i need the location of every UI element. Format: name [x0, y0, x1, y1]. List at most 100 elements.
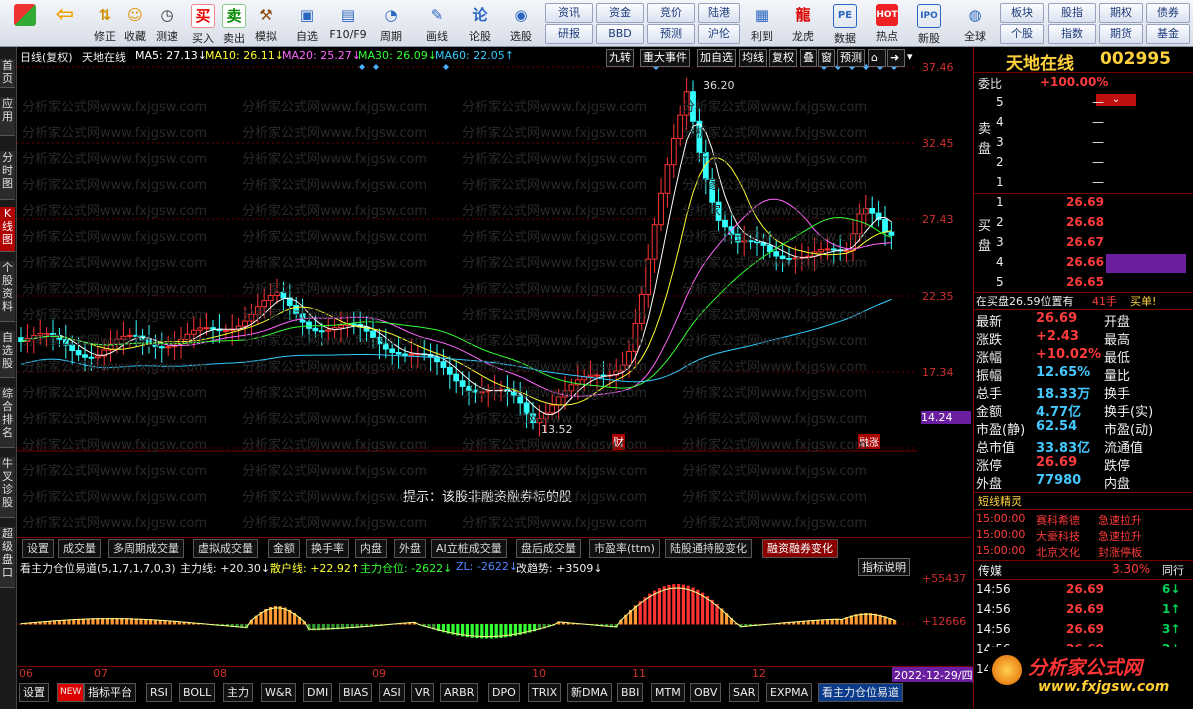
- btn-overlay[interactable]: 叠: [800, 49, 817, 67]
- btm-tab-bbi[interactable]: BBI: [617, 683, 644, 702]
- quick-stocks[interactable]: 个股: [1000, 24, 1044, 44]
- btm-tab-boll[interactable]: BOLL: [179, 683, 216, 702]
- quick-forecast[interactable]: 预测: [647, 24, 695, 44]
- lock-icon[interactable]: ⌂: [868, 49, 886, 67]
- btn-forecast[interactable]: 预测: [837, 49, 865, 67]
- btm-tab-trix[interactable]: TRIX: [528, 683, 562, 702]
- quick-index-futures[interactable]: 股指: [1048, 3, 1096, 23]
- quick-research[interactable]: 研报: [545, 24, 593, 44]
- ind-tab-amount[interactable]: 金额: [268, 539, 300, 558]
- btm-tab-bias[interactable]: BIAS: [339, 683, 373, 702]
- btm-tab-arbr[interactable]: ARBR: [440, 683, 479, 702]
- quick-sector[interactable]: 板块: [1000, 3, 1044, 23]
- tab-diagnosis[interactable]: 牛叉诊股: [0, 457, 15, 518]
- btm-tab-dpo[interactable]: DPO: [488, 683, 520, 702]
- sprite-time-0[interactable]: 15:00:00: [976, 512, 1025, 525]
- btn-major-events[interactable]: 重大事件: [640, 49, 690, 67]
- quick-options[interactable]: 期权: [1099, 3, 1143, 23]
- btm-tab-vr[interactable]: VR: [411, 683, 435, 702]
- cycle-button[interactable]: ◔ 周期: [374, 2, 408, 44]
- tab-ranking[interactable]: 综合排名: [0, 387, 15, 448]
- sector-name[interactable]: 传媒: [978, 562, 1002, 579]
- draw-button[interactable]: ✎ 画线: [420, 2, 454, 44]
- btm-tab-wr[interactable]: W&R: [261, 683, 297, 702]
- ind-tab-hk-holding[interactable]: 陆股通持股变化: [665, 539, 752, 558]
- ind-tab-margin[interactable]: 融资融券变化: [762, 539, 838, 558]
- quick-funds[interactable]: 资金: [596, 3, 644, 23]
- btm-tab-newdma[interactable]: 新DMA: [567, 683, 612, 702]
- dragon-tiger-button[interactable]: 龍 龙虎: [786, 2, 820, 44]
- stock-eval-button[interactable]: 论 论股: [463, 2, 497, 44]
- quick-indexes[interactable]: 指数: [1048, 24, 1096, 44]
- btn-jiuzhuan[interactable]: 九转: [606, 49, 634, 67]
- btm-tab-settings[interactable]: 设置: [19, 683, 49, 702]
- sprite-name-1[interactable]: 大豪科技: [1036, 528, 1080, 544]
- data-button[interactable]: PE 数据: [828, 2, 862, 45]
- home-button[interactable]: [8, 2, 42, 44]
- indicator-svg[interactable]: [17, 574, 917, 666]
- buy-button[interactable]: 买 买入: [188, 2, 218, 45]
- btm-tab-rsi[interactable]: RSI: [146, 683, 172, 702]
- tab-watchlist[interactable]: 自选股: [0, 331, 15, 378]
- quick-hk[interactable]: 陆港: [698, 3, 740, 23]
- self-select-button[interactable]: ▣ 自选: [290, 2, 324, 44]
- btm-tab-platform[interactable]: 指标平台: [84, 683, 136, 702]
- tab-kline[interactable]: K线图: [0, 207, 15, 252]
- tab-stock-info[interactable]: 个股资料: [0, 261, 15, 322]
- quick-london[interactable]: 沪伦: [698, 24, 740, 44]
- btm-tab-sar[interactable]: SAR: [729, 683, 760, 702]
- btm-tab-expma[interactable]: EXPMA: [766, 683, 813, 702]
- quick-futures[interactable]: 期货: [1099, 24, 1143, 44]
- btm-tab-asi[interactable]: ASI: [379, 683, 405, 702]
- ind-tab-inner[interactable]: 内盘: [355, 539, 387, 558]
- btn-add-watch[interactable]: 加自选: [697, 49, 736, 67]
- margin-marker[interactable]: 融涨: [858, 434, 880, 449]
- btn-window[interactable]: 窗: [818, 49, 835, 67]
- quick-bonds[interactable]: 债券: [1146, 3, 1190, 23]
- tab-timeshare[interactable]: 分时图: [0, 151, 15, 200]
- hot-button[interactable]: HOT 热点: [870, 2, 904, 44]
- simulate-button[interactable]: ⚒ 模拟: [251, 2, 281, 44]
- kline-chart-area[interactable]: [17, 47, 917, 537]
- ind-tab-multi-volume[interactable]: 多周期成交量: [108, 539, 184, 558]
- btm-tab-dmi[interactable]: DMI: [303, 683, 333, 702]
- speedtest-button[interactable]: ◷ 测速: [150, 2, 184, 44]
- chevron-down-icon[interactable]: ▾: [905, 49, 919, 65]
- ind-tab-outer[interactable]: 外盘: [394, 539, 426, 558]
- tab-apps[interactable]: 应用: [0, 97, 15, 136]
- btn-ma[interactable]: 均线: [739, 49, 767, 67]
- ind-tab-settings[interactable]: 设置: [22, 539, 54, 558]
- sector-peers-tab[interactable]: 同行: [1162, 562, 1184, 578]
- sprite-name-0[interactable]: 赛科希德: [1036, 512, 1080, 528]
- newstock-button[interactable]: IPO 新股: [912, 2, 946, 45]
- sprite-event-1[interactable]: 急速拉升: [1098, 528, 1142, 544]
- sprite-time-1[interactable]: 15:00:00: [976, 528, 1025, 541]
- ind-tab-ai-volume[interactable]: AI立桩成交量: [431, 539, 507, 558]
- ind-tab-pe-ttm[interactable]: 市盈率(ttm): [589, 539, 660, 558]
- ind-tab-after-volume[interactable]: 盘后成交量: [516, 539, 581, 558]
- finance-marker[interactable]: 财: [612, 434, 625, 450]
- quick-bbd[interactable]: BBD: [596, 24, 644, 44]
- global-button[interactable]: ◍ 全球: [955, 2, 995, 44]
- btm-tab-main[interactable]: 主力: [223, 683, 253, 702]
- btn-adjust[interactable]: 复权: [769, 49, 797, 67]
- ind-tab-virtual-volume[interactable]: 虚拟成交量: [193, 539, 258, 558]
- btm-tab-obv[interactable]: OBV: [690, 683, 722, 702]
- modify-button[interactable]: ⇅ 修正: [88, 2, 122, 44]
- sell-button[interactable]: 卖 卖出: [219, 2, 249, 45]
- pick-stock-button[interactable]: ◉ 选股: [504, 2, 538, 44]
- sprite-event-2[interactable]: 封涨停板: [1098, 544, 1142, 560]
- quick-auction[interactable]: 竞价: [647, 3, 695, 23]
- sprite-name-2[interactable]: 北京文化: [1036, 544, 1080, 560]
- ind-tab-volume[interactable]: 成交量: [58, 539, 101, 558]
- btm-tab-main-position[interactable]: 看主力仓位易道: [818, 683, 903, 702]
- btm-tab-mtm[interactable]: MTM: [651, 683, 685, 702]
- f10-button[interactable]: ▤ F10/F9: [328, 2, 368, 44]
- back-button[interactable]: ⇦: [48, 2, 82, 44]
- tab-home[interactable]: 首页: [0, 59, 15, 88]
- calendar-button[interactable]: ▦ 利到: [745, 2, 779, 44]
- favorite-button[interactable]: ☺ 收藏: [118, 2, 152, 44]
- tab-super-book[interactable]: 超级盘口: [0, 527, 15, 588]
- sprite-event-0[interactable]: 急速拉升: [1098, 512, 1142, 528]
- quick-funds-2[interactable]: 基金: [1146, 24, 1190, 44]
